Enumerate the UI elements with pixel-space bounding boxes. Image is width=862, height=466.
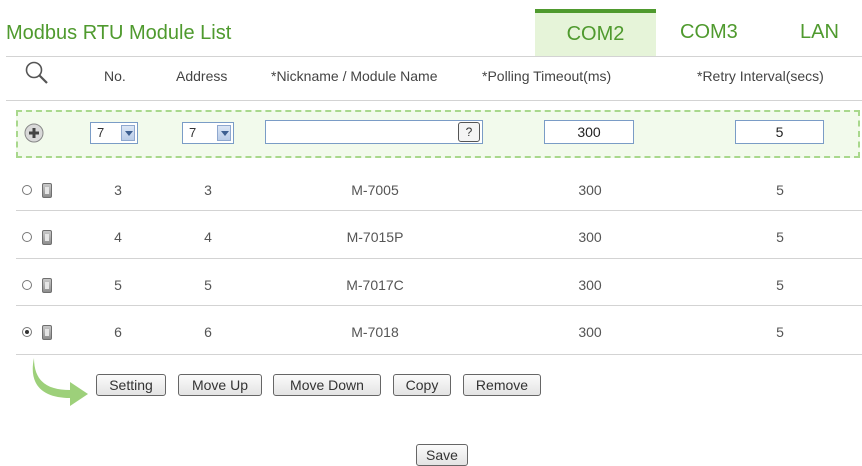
divider	[6, 100, 862, 101]
row-module-name: M-7015P	[346, 229, 404, 245]
divider	[6, 56, 862, 57]
row-no: 4	[114, 229, 122, 245]
copy-button[interactable]: Copy	[393, 374, 451, 396]
tab-com2[interactable]: COM2	[535, 9, 656, 56]
address-select[interactable]: 7	[182, 122, 234, 144]
row-select-radio[interactable]	[22, 280, 32, 290]
row-no: 3	[114, 182, 122, 198]
module-no-value: 7	[97, 125, 105, 140]
row-address: 6	[204, 324, 212, 340]
row-address: 5	[204, 277, 212, 293]
row-divider	[16, 258, 862, 259]
tab-lan[interactable]: LAN	[800, 9, 855, 56]
curved-arrow-icon	[32, 358, 88, 406]
row-retry-interval: 5	[776, 182, 784, 198]
retry-interval-input[interactable]: 5	[735, 120, 824, 144]
column-header-address: Address	[176, 68, 228, 84]
address-value: 7	[189, 125, 197, 140]
tab-com3[interactable]: COM3	[680, 9, 760, 56]
module-icon	[42, 325, 52, 340]
row-module-name: M-7017C	[346, 277, 404, 293]
setting-button[interactable]: Setting	[96, 374, 166, 396]
module-icon	[42, 278, 52, 293]
row-module-name: M-7018	[351, 324, 399, 340]
row-address: 3	[204, 182, 212, 198]
move-up-button[interactable]: Move Up	[178, 374, 262, 396]
row-select-radio[interactable]	[22, 185, 32, 195]
chevron-down-icon	[121, 125, 135, 141]
row-retry-interval: 5	[776, 277, 784, 293]
row-divider	[16, 305, 862, 306]
page-title: Modbus RTU Module List	[6, 22, 232, 44]
save-button[interactable]: Save	[416, 444, 468, 466]
row-polling-timeout: 300	[578, 324, 602, 340]
search-icon[interactable]	[24, 60, 52, 88]
row-select-radio[interactable]	[22, 232, 32, 242]
remove-button[interactable]: Remove	[463, 374, 541, 396]
move-down-button[interactable]: Move Down	[273, 374, 381, 396]
column-header-polling-timeout: *Polling Timeout(ms)	[482, 68, 612, 84]
row-no: 5	[114, 277, 122, 293]
column-header-retry-interval: *Retry Interval(secs)	[697, 68, 824, 84]
nickname-input[interactable]	[265, 120, 483, 144]
row-address: 4	[204, 229, 212, 245]
module-icon	[42, 183, 52, 198]
row-polling-timeout: 300	[578, 229, 602, 245]
row-divider	[16, 210, 862, 211]
row-polling-timeout: 300	[578, 182, 602, 198]
column-header-nickname: *Nickname / Module Name	[271, 68, 438, 84]
module-no-select[interactable]: 7	[90, 122, 138, 144]
column-header-no: No.	[104, 68, 126, 84]
row-retry-interval: 5	[776, 324, 784, 340]
add-icon[interactable]	[24, 123, 44, 143]
row-retry-interval: 5	[776, 229, 784, 245]
row-polling-timeout: 300	[578, 277, 602, 293]
module-help-button[interactable]: ?	[458, 122, 480, 142]
row-select-radio[interactable]	[22, 327, 32, 337]
polling-timeout-input[interactable]: 300	[544, 120, 634, 144]
row-divider	[16, 354, 862, 355]
chevron-down-icon	[217, 125, 231, 141]
module-icon	[42, 230, 52, 245]
row-module-name: M-7005	[351, 182, 399, 198]
row-no: 6	[114, 324, 122, 340]
